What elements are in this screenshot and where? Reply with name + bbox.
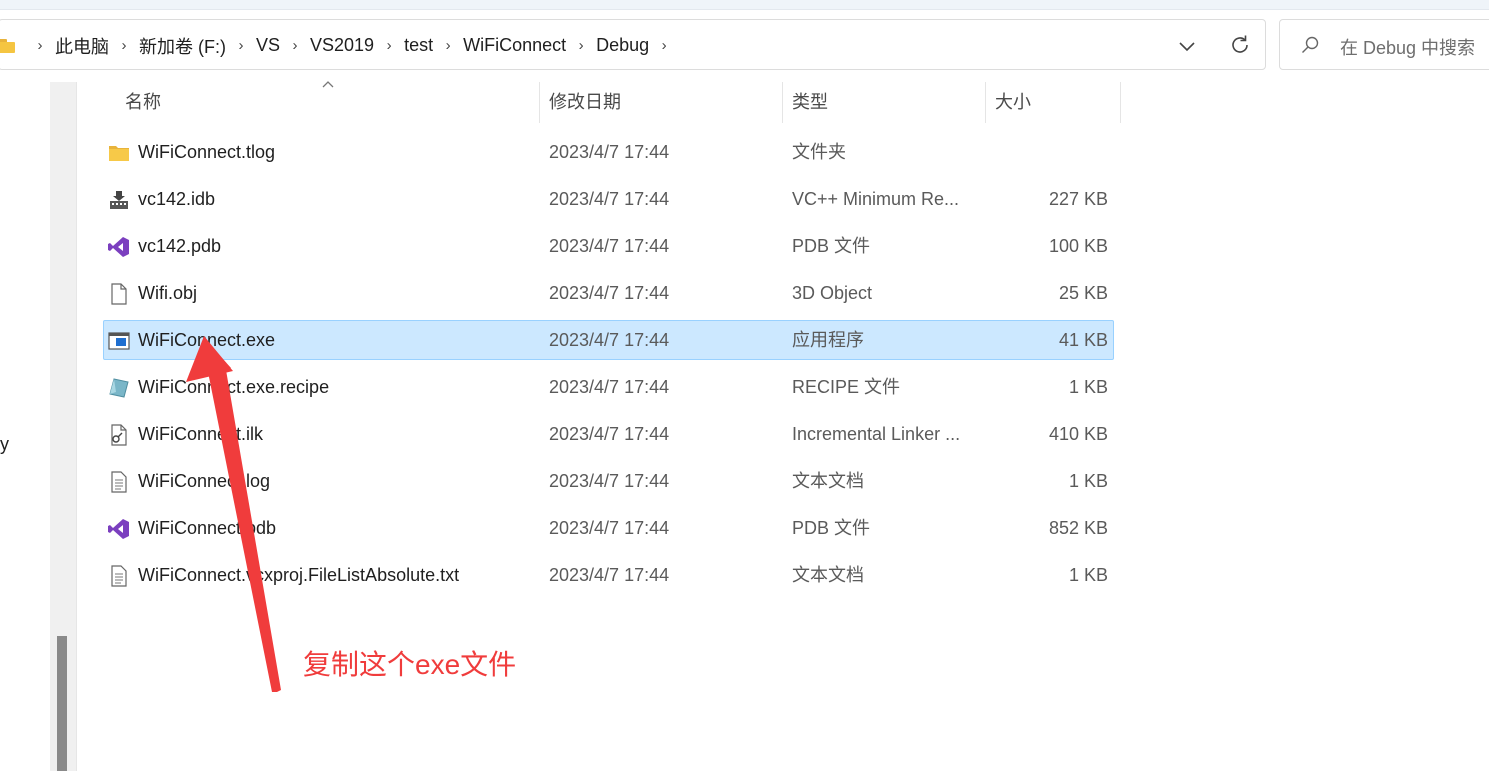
column-divider[interactable] <box>782 82 783 123</box>
file-name: Wifi.obj <box>138 283 198 303</box>
file-date: 2023/4/7 17:44 <box>549 424 670 444</box>
column-header-size[interactable]: 大小 <box>995 82 1031 123</box>
file-date: 2023/4/7 17:44 <box>549 518 670 538</box>
chevron-right-icon[interactable]: › <box>433 37 463 54</box>
chevron-down-icon[interactable] <box>1175 34 1199 58</box>
blank-file-icon <box>111 283 127 305</box>
recipe-file-icon <box>109 378 129 398</box>
breadcrumb-item[interactable]: VS2019 <box>310 35 374 56</box>
file-type: Incremental Linker ... <box>792 424 961 444</box>
chevron-right-icon[interactable]: › <box>649 37 679 54</box>
nav-scrollbar-thumb[interactable] <box>57 636 67 771</box>
breadcrumb-item[interactable]: WiFiConnect <box>463 35 566 56</box>
chevron-right-icon[interactable]: › <box>566 37 596 54</box>
file-size: 25 KB <box>1058 283 1108 303</box>
file-date: 2023/4/7 17:44 <box>549 471 670 491</box>
breadcrumb-item[interactable]: 此电脑 <box>55 33 109 59</box>
file-row[interactable]: WiFiConnect.exe.recipe 2023/4/7 17:44 RE… <box>103 367 1114 407</box>
navigation-pane <box>0 82 50 771</box>
file-name: WiFiConnect.ilk <box>138 424 264 444</box>
file-name: WiFiConnect.vcxproj.FileListAbsolute.txt <box>138 565 460 585</box>
file-type: VC++ Minimum Re... <box>792 189 960 209</box>
file-date: 2023/4/7 17:44 <box>549 236 670 256</box>
text-file-icon <box>111 565 127 587</box>
file-type: 3D Object <box>792 283 873 303</box>
file-size: 1 KB <box>1068 565 1108 585</box>
breadcrumb-item[interactable]: test <box>404 35 433 56</box>
column-header-type[interactable]: 类型 <box>792 82 828 123</box>
file-date: 2023/4/7 17:44 <box>549 142 670 162</box>
pane-divider[interactable] <box>76 82 77 771</box>
ilk-file-icon <box>111 424 127 446</box>
file-row[interactable]: WiFiConnect.pdb 2023/4/7 17:44 PDB 文件 85… <box>103 508 1114 548</box>
refresh-icon[interactable] <box>1228 33 1252 57</box>
breadcrumb-item[interactable]: VS <box>256 35 280 56</box>
file-row[interactable]: WiFiConnect.ilk 2023/4/7 17:44 Increment… <box>103 414 1114 454</box>
file-type: PDB 文件 <box>792 518 871 538</box>
file-name: WiFiConnect.exe <box>138 330 276 350</box>
annotation-text: 复制这个exe文件 <box>303 649 517 680</box>
file-size: 227 KB <box>1048 189 1108 209</box>
file-size: 100 KB <box>1048 236 1108 256</box>
column-divider[interactable] <box>539 82 540 123</box>
file-row[interactable]: vc142.idb 2023/4/7 17:44 VC++ Minimum Re… <box>103 179 1114 219</box>
file-type: 文本文档 <box>792 471 864 491</box>
column-divider[interactable] <box>1120 82 1121 123</box>
idb-file-icon <box>110 191 128 209</box>
file-row[interactable]: WiFiConnect.tlog 2023/4/7 17:44 文件夹 <box>103 132 1114 172</box>
file-name: vc142.pdb <box>138 236 222 256</box>
file-date: 2023/4/7 17:44 <box>549 565 670 585</box>
column-header-date[interactable]: 修改日期 <box>549 82 621 123</box>
file-type: RECIPE 文件 <box>792 377 901 397</box>
file-size: 41 KB <box>1058 330 1108 350</box>
file-type: 文本文档 <box>792 565 864 585</box>
address-bar[interactable]: › 此电脑 › 新加卷 (F:) › VS › VS2019 › test › … <box>0 19 1266 70</box>
chevron-right-icon[interactable]: › <box>109 37 139 54</box>
search-box[interactable]: 在 Debug 中搜索 <box>1279 19 1489 70</box>
visual-studio-icon <box>108 519 129 539</box>
file-type: 文件夹 <box>792 142 846 162</box>
file-size: 410 KB <box>1048 424 1108 444</box>
folder-icon <box>109 146 129 161</box>
file-row[interactable]: vc142.pdb 2023/4/7 17:44 PDB 文件 100 KB <box>103 226 1114 266</box>
nav-item-label[interactable]: y <box>0 434 9 455</box>
breadcrumb-item[interactable]: 新加卷 (F:) <box>139 33 226 59</box>
file-name: WiFiConnect.pdb <box>138 518 277 538</box>
file-row[interactable]: Wifi.obj 2023/4/7 17:44 3D Object 25 KB <box>103 273 1114 313</box>
file-name: vc142.idb <box>138 189 216 209</box>
search-icon <box>1302 36 1319 53</box>
column-header-name[interactable]: 名称 <box>125 82 161 123</box>
breadcrumb: › 此电脑 › 新加卷 (F:) › VS › VS2019 › test › … <box>0 20 679 71</box>
breadcrumb-item[interactable]: Debug <box>596 35 649 56</box>
file-type: PDB 文件 <box>792 236 871 256</box>
visual-studio-icon <box>108 237 129 257</box>
file-type: 应用程序 <box>792 330 864 350</box>
file-name: WiFiConnect.tlog <box>138 142 276 162</box>
file-row[interactable]: WiFiConnect.log 2023/4/7 17:44 文本文档 1 KB <box>103 461 1114 501</box>
chevron-right-icon[interactable]: › <box>280 37 310 54</box>
file-size: 852 KB <box>1048 518 1108 538</box>
file-date: 2023/4/7 17:44 <box>549 330 670 350</box>
file-date: 2023/4/7 17:44 <box>549 377 670 397</box>
file-size: 1 KB <box>1068 377 1108 397</box>
folder-icon <box>0 38 17 53</box>
file-date: 2023/4/7 17:44 <box>549 189 670 209</box>
chevron-right-icon[interactable]: › <box>374 37 404 54</box>
chevron-right-icon[interactable]: › <box>226 37 256 54</box>
file-row-selected[interactable]: WiFiConnect.exe 2023/4/7 17:44 应用程序 41 K… <box>103 320 1114 360</box>
file-name: WiFiConnect.log <box>138 471 271 491</box>
file-name: WiFiConnect.exe.recipe <box>138 377 330 397</box>
chevron-right-icon[interactable]: › <box>25 37 55 54</box>
file-date: 2023/4/7 17:44 <box>549 283 670 303</box>
sort-ascending-icon <box>322 81 334 88</box>
file-size: 1 KB <box>1068 471 1108 491</box>
exe-app-icon <box>108 332 130 350</box>
text-file-icon <box>111 471 127 493</box>
column-divider[interactable] <box>985 82 986 123</box>
window-top-strip <box>0 0 1489 10</box>
search-input[interactable]: 在 Debug 中搜索 <box>1340 34 1475 60</box>
file-row[interactable]: WiFiConnect.vcxproj.FileListAbsolute.txt… <box>103 555 1114 595</box>
